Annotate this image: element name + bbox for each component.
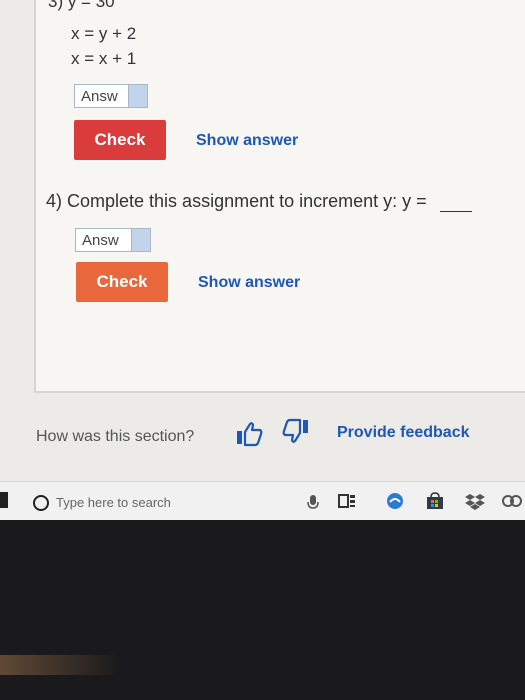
dropbox-icon[interactable]: [464, 490, 486, 512]
q4-show-answer-link[interactable]: Show answer: [198, 274, 300, 292]
edge-icon[interactable]: [384, 490, 406, 512]
microphone-icon[interactable]: [302, 490, 324, 512]
start-button[interactable]: [0, 492, 8, 508]
thumbs-down-icon[interactable]: [281, 418, 309, 444]
q4-check-button[interactable]: Check: [76, 262, 168, 302]
cortana-icon[interactable]: [33, 495, 49, 511]
thumbs-up-icon[interactable]: [236, 421, 264, 447]
link-icon[interactable]: [500, 490, 522, 512]
bezel-reflection: [0, 655, 120, 675]
q3-line-2: x = y + 2: [71, 24, 137, 43]
q3-line-1: 3) y = 30: [48, 0, 115, 11]
q3-check-button[interactable]: Check: [74, 120, 166, 160]
q3-answer-spinner[interactable]: [128, 85, 147, 107]
browser-screen: 3) y = 30 x = y + 2 x = x + 1 Answ Check…: [0, 0, 525, 520]
q3-show-answer-link[interactable]: Show answer: [196, 132, 298, 150]
taskbar-search-input[interactable]: Type here to search: [56, 495, 171, 510]
q4-answer-placeholder: Answ: [82, 231, 119, 249]
taskbar: Type here to search: [0, 481, 525, 520]
q4-answer-spinner[interactable]: [131, 229, 150, 251]
provide-feedback-link[interactable]: Provide feedback: [337, 424, 470, 442]
q3-line-3: x = x + 1: [71, 49, 137, 68]
store-icon[interactable]: [424, 490, 446, 512]
q4-blank-line: [440, 211, 472, 212]
q4-answer-input[interactable]: Answ: [75, 228, 151, 252]
q3-answer-input[interactable]: Answ: [74, 84, 148, 108]
q4-prompt: 4) Complete this assignment to increment…: [46, 191, 427, 211]
feedback-question: How was this section?: [36, 428, 195, 445]
q3-answer-placeholder: Answ: [81, 87, 118, 105]
task-view-icon[interactable]: [336, 490, 358, 512]
